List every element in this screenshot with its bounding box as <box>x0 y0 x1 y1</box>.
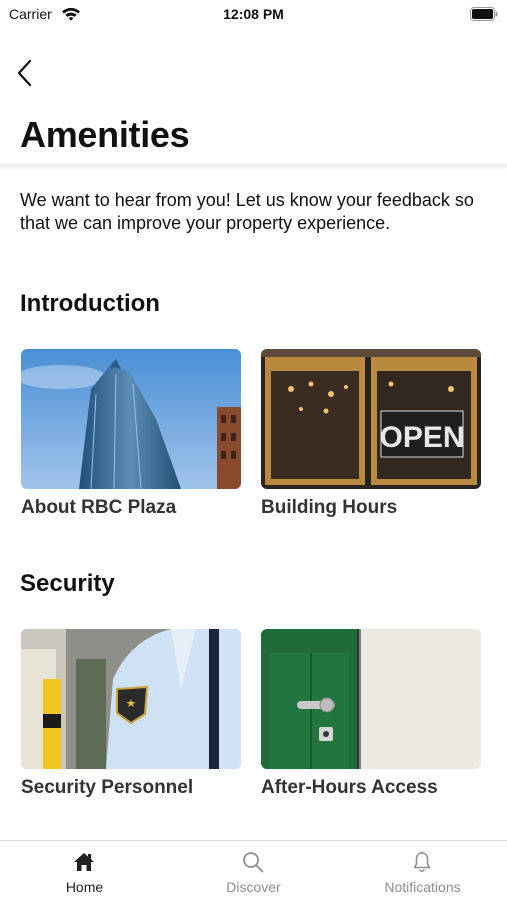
security-personnel-image <box>21 629 241 769</box>
tab-notifications[interactable]: Notifications <box>338 841 507 901</box>
about-rbc-plaza-image <box>21 349 241 489</box>
home-icon <box>74 853 94 871</box>
tab-discover[interactable]: Discover <box>169 841 338 901</box>
card-label: Building Hours <box>261 497 398 518</box>
chevron-left-icon <box>17 59 32 87</box>
open-sign-text: OPEN <box>379 421 464 454</box>
intro-text: We want to hear from you! Let us know yo… <box>20 190 474 233</box>
header-divider <box>0 164 507 170</box>
card-about-rbc-plaza[interactable]: About RBC Plaza <box>21 349 241 519</box>
back-button[interactable] <box>14 58 38 88</box>
card-label: After-Hours Access <box>261 777 438 798</box>
after-hours-access-image <box>261 629 481 769</box>
tab-label: Home <box>65 879 104 895</box>
tab-home[interactable]: Home <box>0 841 169 901</box>
battery-icon <box>470 7 498 26</box>
card-after-hours-access[interactable]: After-Hours Access <box>261 629 481 799</box>
section-title-security: Security <box>20 570 115 597</box>
card-label: Security Personnel <box>21 777 194 798</box>
clock: 12:08 PM <box>223 6 284 22</box>
page-title: Amenities <box>20 114 190 155</box>
tab-bar: Home Discover Notifications <box>0 840 507 901</box>
tab-label: Notifications <box>384 879 461 895</box>
card-security-personnel[interactable]: Security Personnel <box>21 629 241 799</box>
section-title-introduction: Introduction <box>20 290 160 317</box>
tab-label: Discover <box>226 879 281 895</box>
status-bar: Carrier 12:08 PM <box>0 0 507 30</box>
card-label: About RBC Plaza <box>21 497 177 518</box>
building-hours-image: OPEN <box>261 349 481 489</box>
bell-icon <box>413 851 431 872</box>
card-building-hours[interactable]: OPEN Building Hours <box>261 349 481 519</box>
search-icon <box>243 852 264 873</box>
